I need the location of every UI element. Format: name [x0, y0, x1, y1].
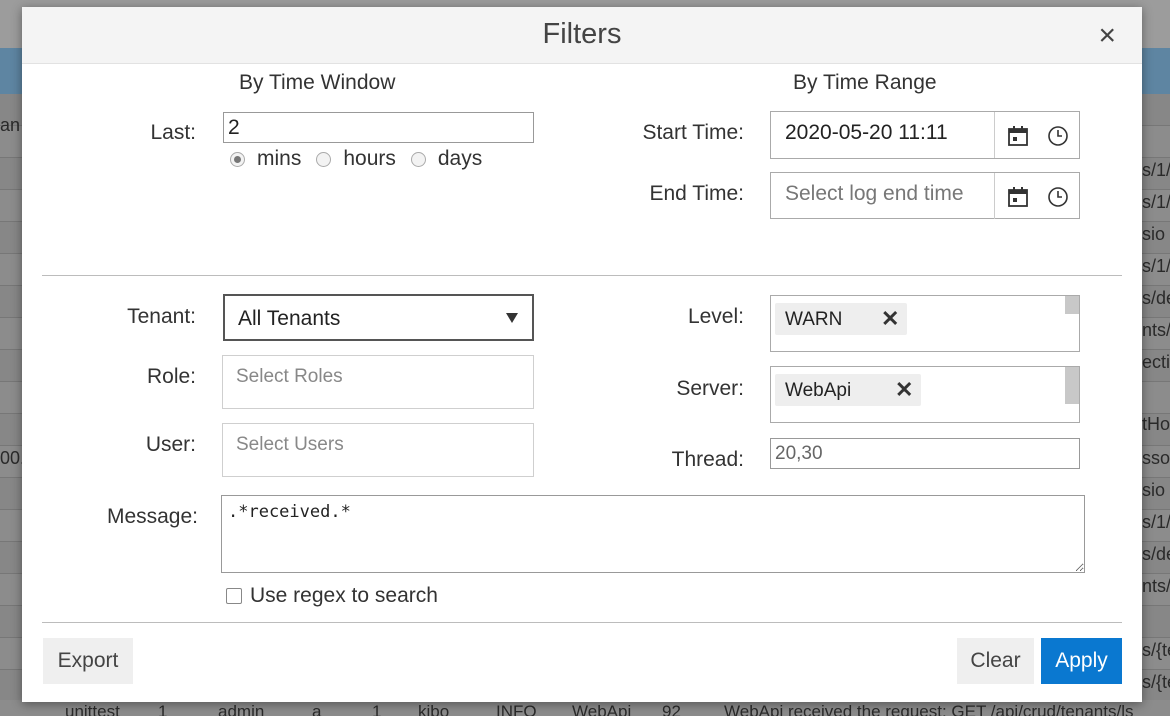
start-time-value: 2020-05-20 11:11: [785, 121, 948, 144]
background-cell-fragment: sso/: [1142, 448, 1170, 468]
background-cell-fragment: s/{te: [1142, 640, 1170, 660]
regex-checkbox[interactable]: [226, 588, 242, 604]
time-range-heading: By Time Range: [793, 71, 937, 94]
last-label: Last:: [150, 121, 196, 144]
message-label: Message:: [106, 505, 198, 528]
apply-button[interactable]: Apply: [1041, 638, 1122, 684]
close-icon[interactable]: ×: [1098, 21, 1116, 51]
background-cell-fragment: sio: [1142, 224, 1166, 244]
background-bottom-cell: kibo: [418, 702, 450, 716]
clock-icon[interactable]: [1047, 186, 1069, 208]
tenant-selected-value: All Tenants: [238, 307, 341, 330]
time-window-heading: By Time Window: [239, 71, 396, 94]
background-cell-fragment: nts/: [1142, 576, 1170, 596]
user-placeholder: Select Users: [236, 434, 344, 455]
calendar-icon[interactable]: [1007, 125, 1029, 147]
last-value-input[interactable]: [223, 112, 534, 143]
background-bottom-cell: unittest: [65, 702, 120, 716]
days-label: days: [437, 147, 483, 170]
background-cell-fragment: s/de: [1142, 288, 1170, 308]
background-bottom-cell: 1: [158, 702, 168, 716]
role-label: Role:: [146, 365, 196, 388]
hours-label: hours: [343, 147, 396, 170]
background-bottom-row: unittest 1 admin a 1 kibo INFO WebApi 92 WebApi r…: [0, 700, 1170, 716]
tenant-label: Tenant:: [127, 305, 196, 328]
time-unit-radio-group: mins hours days: [230, 147, 497, 171]
mins-radio[interactable]: [230, 151, 245, 167]
clear-button[interactable]: Clear: [957, 638, 1034, 684]
background-cell-fragment: an: [0, 115, 21, 135]
level-tag-label: WARN: [785, 309, 843, 330]
message-textarea[interactable]: .*received.*: [221, 495, 1085, 573]
level-tag: WARN ✕: [775, 303, 907, 335]
tenant-select[interactable]: All Tenants: [223, 294, 534, 341]
background-bottom-cell: INFO: [496, 702, 537, 716]
end-time-label: End Time:: [649, 182, 744, 205]
background-bottom-cell: 92: [662, 702, 681, 716]
footer-divider: [42, 622, 1122, 623]
mins-label: mins: [257, 147, 302, 170]
regex-option: Use regex to search: [226, 584, 438, 608]
end-time-separator: [994, 173, 995, 219]
level-multiselect[interactable]: WARN ✕: [770, 295, 1080, 352]
background-cell-fragment: s/de: [1142, 544, 1170, 564]
background-cell-fragment: nts/: [1142, 320, 1170, 340]
user-multiselect[interactable]: Select Users: [222, 423, 534, 477]
background-bottom-cell: WebApi: [572, 702, 632, 716]
background-cell-fragment: s/1/: [1142, 256, 1170, 276]
level-label: Level:: [687, 305, 744, 328]
start-time-separator: [994, 112, 995, 158]
server-multiselect[interactable]: WebApi ✕: [770, 366, 1080, 423]
hours-radio[interactable]: [316, 151, 332, 167]
remove-tag-icon[interactable]: ✕: [895, 377, 913, 403]
role-multiselect[interactable]: Select Roles: [222, 355, 534, 409]
clock-icon[interactable]: [1047, 125, 1069, 147]
days-radio[interactable]: [410, 151, 426, 167]
section-divider: [42, 275, 1122, 276]
server-scrollbar[interactable]: [1065, 367, 1079, 404]
dialog-title: Filters: [542, 18, 622, 50]
background-cell-fragment: sio: [1142, 480, 1166, 500]
start-time-label: Start Time:: [642, 121, 744, 144]
end-time-placeholder: Select log end time: [785, 182, 964, 205]
end-time-field[interactable]: Select log end time: [770, 172, 1080, 219]
background-cell-fragment: s/{te: [1142, 672, 1170, 692]
export-button[interactable]: Export: [43, 638, 133, 684]
background-cell-fragment: s/1/: [1142, 512, 1170, 532]
background-cell-fragment: 00.: [0, 448, 22, 468]
filters-dialog: Filters × By Time Window Last: mins hour…: [22, 7, 1142, 702]
background-bottom-cell: WebApi received the request: GET /api/cr…: [724, 702, 1134, 716]
chevron-down-icon: [506, 313, 518, 323]
user-label: User:: [145, 433, 196, 456]
background-cell-fragment: s/1/: [1142, 160, 1170, 180]
thread-label: Thread:: [671, 448, 744, 471]
server-tag: WebApi ✕: [775, 374, 921, 406]
level-scrollbar[interactable]: [1065, 296, 1079, 314]
regex-label: Use regex to search: [250, 584, 438, 607]
background-bottom-cell: admin: [218, 702, 265, 716]
background-bottom-cell: 1: [372, 702, 382, 716]
remove-tag-icon[interactable]: ✕: [881, 306, 899, 332]
background-cell-fragment: s/1/: [1142, 192, 1170, 212]
server-tag-label: WebApi: [785, 380, 852, 401]
background-cell-fragment: tHo: [1142, 414, 1170, 434]
thread-input[interactable]: [770, 438, 1080, 469]
calendar-icon[interactable]: [1007, 186, 1029, 208]
background-bottom-cell: a: [312, 702, 322, 716]
dialog-header: Filters ×: [22, 7, 1142, 64]
background-cell-fragment: ecti: [1142, 352, 1170, 372]
start-time-field[interactable]: 2020-05-20 11:11: [770, 111, 1080, 159]
role-placeholder: Select Roles: [236, 366, 343, 387]
server-label: Server:: [676, 377, 744, 400]
